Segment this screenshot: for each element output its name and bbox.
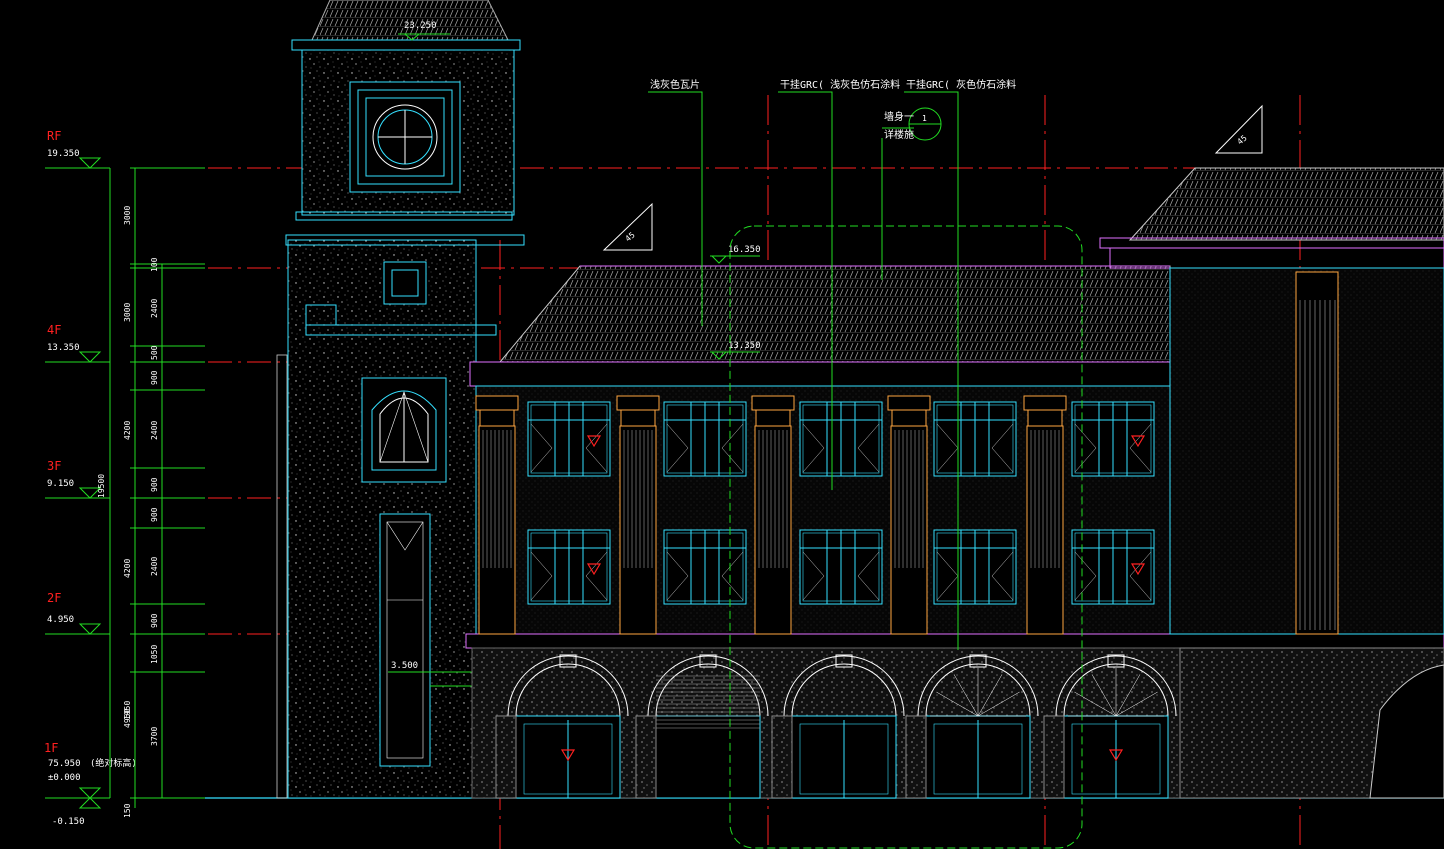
dim-inner-2: 2400 [150,299,159,318]
column [475,395,519,635]
window-grid-icon [663,529,747,605]
level-elev-2f: 4.950 [47,615,74,625]
level-elev-rf: 19.350 [47,149,80,159]
dim-outer-1: 3000 [123,206,132,225]
dim-inner-12: 1950 [123,701,132,720]
annotation-sill: 详楼施 [884,128,914,141]
dim-outer-4: 4200 [123,559,132,578]
dim-inner-6: 900 [150,477,159,492]
dim-outer-6: 150 [123,803,132,818]
level-ground: -0.150 [52,817,85,827]
elevation-drawing: RF 19.350 4F 13.350 3F 9.150 2F 4.950 1F… [44,0,1444,849]
dim-inner-11: 3700 [150,727,159,746]
column [887,395,931,635]
dim-inner-5: 2400 [150,421,159,440]
tower-top-elevation: 23.250 [404,21,437,31]
annotation-grc-light: 干挂GRC( 浅灰色仿石涂料 [780,78,900,91]
dim-inner-7: 900 [150,507,159,522]
dim-inner-8: 2400 [150,557,159,576]
window-grid-icon [799,401,883,477]
window-grid-icon [799,529,883,605]
level-label-2f: 2F [47,591,61,605]
annotation-grc-gray: 干挂GRC( 灰色仿石涂料 [906,78,1016,91]
column [1023,395,1067,635]
level-elev-3f: 9.150 [47,479,74,489]
level-elev-1f: ±0.000 [48,773,81,783]
dim-inner-9: 900 [150,613,159,628]
dim-outer-2: 3000 [123,303,132,322]
level-elev-4f: 13.350 [47,343,80,353]
annotation-wall: 墙身一 [884,110,914,123]
dim-inner-4: 900 [150,370,159,385]
window-grid-icon [663,401,747,477]
dim-inner-1: 100 [150,257,159,272]
roof-slope-label-1: 45 [624,230,637,243]
level-absolute-1f: 75.950 [48,759,81,769]
column [616,395,660,635]
window-grid-icon [933,529,1017,605]
dimension-texts: 3000 3000 4200 4200 4950 150 19500 100 2… [97,206,159,818]
side-wall [276,354,288,799]
roof-base-elevation: 13.350 [728,341,761,351]
main-roof [498,265,1171,363]
window-grid-icon [527,401,611,477]
annotation-roof-tile: 浅灰色瓦片 [650,78,700,91]
window-grid-icon [1071,401,1155,477]
roof-slope-label-2: 45 [1236,133,1249,146]
dim-inner-10: 1050 [150,645,159,664]
dim-inner-3: 500 [150,345,159,360]
level-note-1f: (绝对标高) [90,757,137,769]
level-label-1f: 1F [44,741,58,755]
window-grid-icon [933,401,1017,477]
column [751,395,795,635]
elevation-marker-icon [78,157,102,169]
level-label-3f: 3F [47,459,61,473]
level-label-rf: RF [47,129,61,143]
dim-total: 19500 [97,474,106,498]
door-head-elevation: 3.500 [391,661,418,671]
annotation-texts: 浅灰色瓦片 干挂GRC( 浅灰色仿石涂料 干挂GRC( 灰色仿石涂料 墙身一 详… [650,78,1016,141]
eave-elevation: 16.350 [728,245,761,255]
detail-number: 1 [922,114,927,123]
level-label-4f: 4F [47,323,61,337]
dim-outer-3: 4200 [123,421,132,440]
window-grid-icon [1071,529,1155,605]
window-grid-icon [527,529,611,605]
